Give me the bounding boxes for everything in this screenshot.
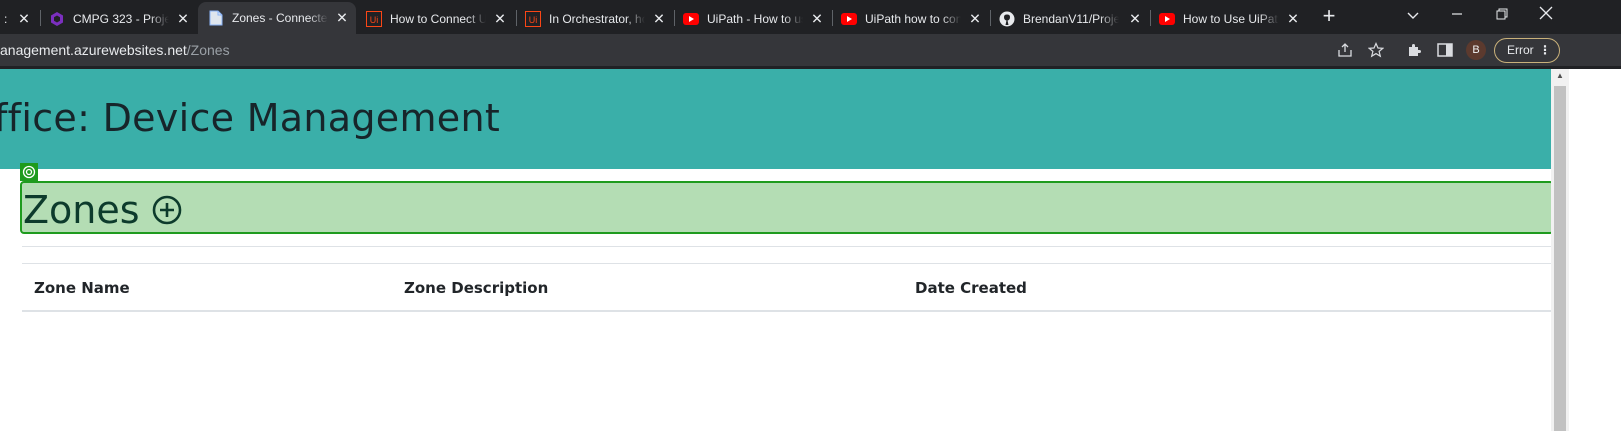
tab-close-icon[interactable]: ✕	[492, 11, 508, 28]
svg-text:Ui: Ui	[529, 15, 538, 25]
page-title: ffice: Device Management	[0, 96, 501, 140]
url-path: /Zones	[186, 42, 230, 58]
restore-icon[interactable]	[1487, 4, 1517, 26]
tab-separator	[674, 10, 675, 26]
profile-avatar[interactable]: B	[1466, 40, 1486, 60]
add-zone-plus-circle-icon[interactable]	[152, 195, 182, 225]
tab-title: How to Connect UiPath	[390, 12, 486, 26]
tab-close-icon[interactable]: ✕	[651, 11, 667, 28]
new-tab-plus-icon[interactable]: +	[1318, 5, 1340, 27]
column-header-date-created: Date Created	[915, 279, 1027, 297]
column-header-zone-name: Zone Name	[34, 279, 130, 297]
tab-title: UiPath - How to use	[707, 12, 803, 26]
table-header-border	[22, 310, 1551, 312]
error-button[interactable]: Error ⋮	[1494, 38, 1560, 63]
document-icon	[208, 10, 224, 26]
zones-highlight-box	[20, 181, 1554, 234]
section-title: Zones	[23, 188, 140, 232]
close-window-icon[interactable]	[1531, 4, 1561, 26]
divider-line	[22, 246, 1551, 247]
share-icon[interactable]	[1335, 40, 1355, 60]
bookmark-star-icon[interactable]	[1366, 40, 1386, 60]
tab-search-chevron-icon[interactable]	[1398, 4, 1428, 26]
uipath-icon: Ui	[366, 11, 382, 27]
youtube-icon	[841, 11, 857, 27]
extensions-puzzle-icon[interactable]	[1404, 40, 1424, 60]
tab-youtube-howto[interactable]: How to Use UiPath ✕	[1159, 4, 1307, 34]
tab-strip: : ✕ CMPG 323 - Project ✕ Zones - Connect…	[0, 0, 1621, 34]
uipath-icon: Ui	[525, 11, 541, 27]
error-label: Error	[1507, 43, 1534, 57]
tab-close-icon[interactable]: ✕	[1127, 11, 1143, 28]
youtube-icon	[683, 11, 699, 27]
youtube-icon	[1159, 11, 1175, 27]
zones-heading: Zones	[23, 188, 182, 232]
table-top-border	[22, 263, 1551, 264]
tab-close-icon[interactable]: ✕	[16, 11, 32, 28]
tab-zones-active[interactable]: Zones - Connected ✕	[198, 2, 356, 34]
address-toolbar: anagement.azurewebsites.net/Zones	[0, 34, 1621, 66]
side-panel-icon[interactable]	[1435, 40, 1455, 60]
tab-close-icon[interactable]: ✕	[967, 11, 983, 28]
tab-youtube-connect[interactable]: UiPath how to conn ✕	[841, 4, 989, 34]
tab-close-icon[interactable]: ✕	[809, 11, 825, 28]
kebab-menu-icon[interactable]: ⋮	[1539, 39, 1551, 62]
tab-title: UiPath how to conn	[865, 12, 961, 26]
tab-separator	[516, 10, 517, 26]
tab-separator	[1150, 10, 1151, 26]
tab-separator	[990, 10, 991, 26]
tab-cmpg[interactable]: CMPG 323 - Project ✕	[49, 4, 197, 34]
teams-icon	[49, 11, 65, 27]
tab-title: BrendanV11/Project	[1023, 12, 1119, 26]
tab-title: Zones - Connected	[232, 11, 328, 25]
tab-close-icon[interactable]: ✕	[334, 10, 350, 27]
tab-title: CMPG 323 - Project	[73, 12, 169, 26]
column-header-zone-description: Zone Description	[404, 279, 549, 297]
target-icon[interactable]	[20, 163, 38, 181]
tab-title: :	[4, 12, 8, 26]
svg-text:Ui: Ui	[370, 15, 379, 25]
tab-close-icon[interactable]: ✕	[1285, 11, 1301, 28]
tab-separator	[40, 10, 41, 26]
scrollbar-thumb[interactable]	[1554, 86, 1566, 431]
tab-title: In Orchestrator, how	[549, 12, 645, 26]
tab-orchestrator[interactable]: Ui In Orchestrator, how ✕	[525, 4, 673, 34]
url-host: anagement.azurewebsites.net	[0, 42, 187, 58]
tab-youtube-uipath[interactable]: UiPath - How to use ✕	[683, 4, 831, 34]
tab-partial[interactable]: : ✕	[0, 4, 38, 34]
tab-close-icon[interactable]: ✕	[175, 11, 191, 28]
tab-title: How to Use UiPath	[1183, 12, 1279, 26]
minimize-icon[interactable]	[1442, 4, 1472, 26]
tab-uipath-connect[interactable]: Ui How to Connect UiPath ✕	[366, 4, 514, 34]
address-bar[interactable]: anagement.azurewebsites.net/Zones	[0, 42, 230, 58]
tab-separator	[832, 10, 833, 26]
tab-github[interactable]: BrendanV11/Project ✕	[999, 4, 1149, 34]
github-icon	[999, 11, 1015, 27]
scroll-up-arrow-icon[interactable]: ▲	[1553, 70, 1567, 82]
